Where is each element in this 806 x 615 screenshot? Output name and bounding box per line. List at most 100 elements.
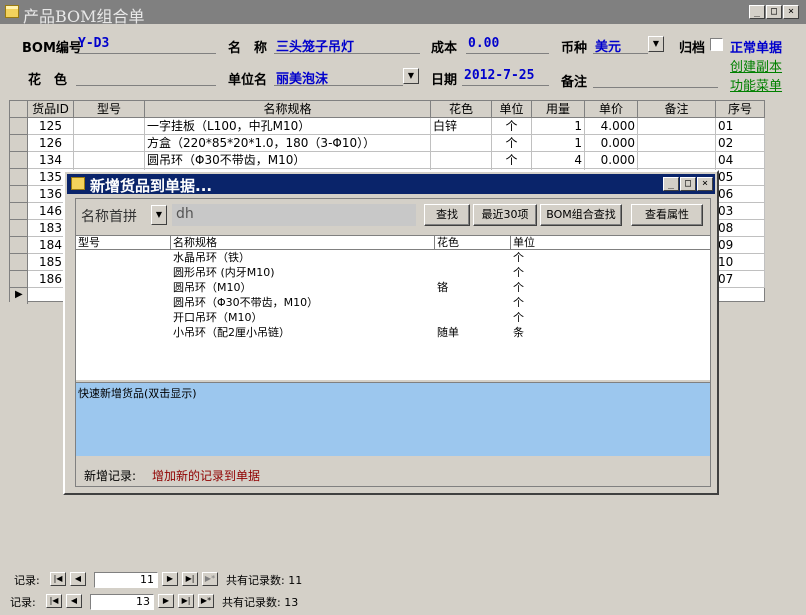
product-cell-unit[interactable]: 条 <box>513 325 524 340</box>
outer-new-record-icon[interactable]: ▶* <box>198 594 214 608</box>
grid-cell-qty[interactable]: 4 <box>532 152 585 169</box>
grid-cell-color[interactable] <box>431 135 492 152</box>
inner-new-record-icon[interactable]: ▶* <box>202 572 218 586</box>
grid-cell-seq[interactable]: 02 <box>716 135 765 152</box>
close-button[interactable]: × <box>783 5 799 19</box>
row-selector[interactable] <box>10 271 28 288</box>
col-header-qty[interactable]: 用量 <box>532 101 585 118</box>
product-col-unit[interactable]: 单位 <box>511 236 710 250</box>
search-mode-dropdown-arrow-icon[interactable]: ▼ <box>151 205 167 225</box>
grid-cell-seq[interactable]: 03 <box>716 203 765 220</box>
col-header-id[interactable]: 货品ID <box>28 101 74 118</box>
cost-field[interactable]: 0.00 <box>466 36 549 54</box>
grid-cell-id[interactable]: 134 <box>28 152 74 169</box>
grid-cell-seq[interactable]: 06 <box>716 186 765 203</box>
inner-current-record-field[interactable]: 11 <box>94 572 158 588</box>
function-menu-link[interactable]: 功能菜单 <box>730 75 782 94</box>
row-selector[interactable] <box>10 169 28 186</box>
grid-cell-price[interactable]: 0.000 <box>585 135 638 152</box>
grid-cell-model[interactable] <box>74 118 145 135</box>
dialog-title-bar[interactable]: 新增货品到单据... _ □ × <box>67 174 715 195</box>
grid-cell-unit[interactable]: 个 <box>492 135 532 152</box>
product-list[interactable]: 型号 名称规格 花色 单位 水晶吊环（铁）个圆形吊环 (内牙M10) 个圆吊环（M… <box>76 235 710 380</box>
minimize-button[interactable]: _ <box>749 5 765 19</box>
remark-field[interactable] <box>593 70 718 88</box>
dialog-minimize-button[interactable]: _ <box>663 177 679 191</box>
dialog-maximize-button[interactable]: □ <box>680 177 696 191</box>
search-button[interactable]: 查找 <box>424 204 470 226</box>
col-header-price[interactable]: 单价 <box>585 101 638 118</box>
bom-no-field[interactable]: Y-D3 <box>76 36 216 54</box>
unit-select[interactable]: 丽美泡沫 <box>274 68 403 87</box>
inner-next-record-icon[interactable]: ▶ <box>162 572 178 586</box>
grid-cell-seq[interactable]: 10 <box>716 254 765 271</box>
row-selector[interactable] <box>10 152 28 169</box>
search-input[interactable]: dh <box>172 204 416 226</box>
grid-cell-name[interactable]: 圆吊环（Φ30不带齿，M10） <box>145 152 431 169</box>
outer-prev-record-icon[interactable]: ◀ <box>66 594 82 608</box>
product-col-model[interactable]: 型号 <box>76 236 171 250</box>
row-selector[interactable] <box>10 203 28 220</box>
new-record-action[interactable]: 增加新的记录到单据 <box>152 467 260 484</box>
outer-last-record-icon[interactable]: ▶| <box>178 594 194 608</box>
grid-cell-model[interactable] <box>74 152 145 169</box>
col-header-unit[interactable]: 单位 <box>492 101 532 118</box>
col-header-remark[interactable]: 备注 <box>638 101 716 118</box>
grid-cell-remark[interactable] <box>638 118 716 135</box>
grid-cell-id[interactable]: 125 <box>28 118 74 135</box>
product-cell-unit[interactable]: 个 <box>513 250 524 265</box>
outer-next-record-icon[interactable]: ▶ <box>158 594 174 608</box>
outer-first-record-icon[interactable]: |◀ <box>46 594 62 608</box>
product-cell-unit[interactable]: 个 <box>513 310 524 325</box>
grid-cell-color[interactable]: 白锌 <box>431 118 492 135</box>
date-field[interactable]: 2012-7-25 <box>462 68 549 86</box>
grid-cell-price[interactable]: 0.000 <box>585 152 638 169</box>
product-cell-name[interactable]: 开口吊环（M10） <box>173 310 263 325</box>
grid-cell-seq[interactable]: 07 <box>716 271 765 288</box>
grid-cell-color[interactable] <box>431 152 492 169</box>
grid-cell-model[interactable] <box>74 135 145 152</box>
grid-cell-seq[interactable]: 04 <box>716 152 765 169</box>
grid-cell-name[interactable]: 一字挂板（L100，中孔M10） <box>145 118 431 135</box>
inner-first-record-icon[interactable]: |◀ <box>50 572 66 586</box>
col-header-model[interactable]: 型号 <box>74 101 145 118</box>
grid-cell-remark[interactable] <box>638 152 716 169</box>
inner-prev-record-icon[interactable]: ◀ <box>70 572 86 586</box>
product-cell-name[interactable]: 圆吊环（M10） <box>173 280 252 295</box>
grid-cell-price[interactable]: 4.000 <box>585 118 638 135</box>
color-field[interactable] <box>76 68 216 86</box>
row-selector[interactable] <box>10 186 28 203</box>
product-cell-name[interactable]: 水晶吊环（铁） <box>173 250 250 265</box>
outer-current-record-field[interactable]: 13 <box>90 594 154 610</box>
create-copy-link[interactable]: 创建副本 <box>730 56 782 75</box>
row-selector[interactable] <box>10 118 28 135</box>
grid-cell-id[interactable]: 126 <box>28 135 74 152</box>
grid-cell-seq[interactable]: 08 <box>716 220 765 237</box>
product-cell-color[interactable]: 随单 <box>437 325 459 340</box>
grid-cell-qty[interactable]: 1 <box>532 118 585 135</box>
bom-search-button[interactable]: BOM组合查找 <box>540 204 622 226</box>
grid-cell-qty[interactable]: 1 <box>532 135 585 152</box>
row-selector[interactable] <box>10 254 28 271</box>
grid-cell-unit[interactable]: 个 <box>492 152 532 169</box>
row-selector[interactable] <box>10 237 28 254</box>
view-properties-button[interactable]: 查看属性 <box>631 204 703 226</box>
new-row-selector[interactable]: ▶ <box>10 288 28 304</box>
col-header-color[interactable]: 花色 <box>431 101 492 118</box>
grid-cell-seq[interactable]: 09 <box>716 237 765 254</box>
product-cell-name[interactable]: 圆吊环（Φ30不带齿，M10） <box>173 295 318 310</box>
unit-dropdown-arrow-icon[interactable]: ▼ <box>403 68 419 84</box>
window-title-bar[interactable]: 产品BOM组合单 _ □ × <box>0 0 806 26</box>
row-selector[interactable] <box>10 220 28 237</box>
name-field[interactable]: 三头笼子吊灯 <box>274 36 420 55</box>
col-header-name[interactable]: 名称规格 <box>145 101 431 118</box>
product-cell-unit[interactable]: 个 <box>513 280 524 295</box>
product-cell-name[interactable]: 小吊环（配2厘小吊链） <box>173 325 290 340</box>
product-cell-color[interactable]: 铬 <box>437 280 448 295</box>
inner-last-record-icon[interactable]: ▶| <box>182 572 198 586</box>
grid-cell-seq[interactable]: 05 <box>716 169 765 186</box>
grid-cell-unit[interactable]: 个 <box>492 118 532 135</box>
quick-add-area[interactable]: 快速新增货品(双击显示) <box>76 382 710 456</box>
product-col-color[interactable]: 花色 <box>435 236 511 250</box>
grid-cell-remark[interactable] <box>638 135 716 152</box>
